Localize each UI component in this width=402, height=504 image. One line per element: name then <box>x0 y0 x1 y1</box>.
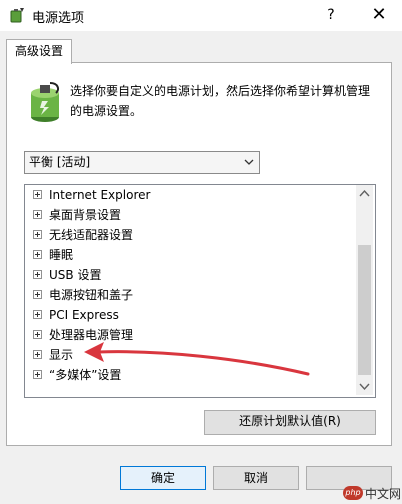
tree-item-label: 处理器电源管理 <box>49 328 134 342</box>
ok-button[interactable]: 确定 <box>120 466 206 490</box>
expand-plus-icon[interactable] <box>33 330 42 339</box>
tree-item-internet-explorer[interactable]: Internet Explorer <box>25 185 355 205</box>
scroll-thumb[interactable] <box>358 245 371 375</box>
expand-plus-icon[interactable] <box>33 270 42 279</box>
description-text: 选择你要自定义的电源计划，然后选择你希望计算机管理的电源设置。 <box>70 84 371 118</box>
expand-plus-icon[interactable] <box>33 310 42 319</box>
cancel-button[interactable]: 取消 <box>213 466 299 490</box>
chevron-down-icon <box>244 159 254 165</box>
tree-item-power-buttons-lid[interactable]: 电源按钮和盖子 <box>25 285 355 305</box>
expand-plus-icon[interactable] <box>33 290 42 299</box>
tree-item-multimedia[interactable]: “多媒体”设置 <box>25 365 355 385</box>
tree-item-label: USB 设置 <box>49 268 102 282</box>
tree-item-label: 电源按钮和盖子 <box>49 288 134 302</box>
close-button[interactable]: ✕ <box>362 3 396 27</box>
tree-item-label: 桌面背景设置 <box>49 208 122 222</box>
tree-item-pci-express[interactable]: PCI Express <box>25 305 355 325</box>
expand-plus-icon[interactable] <box>33 370 42 379</box>
restore-plan-defaults-button[interactable]: 还原计划默认值(R) <box>204 410 376 435</box>
tree-item-label: 显示 <box>49 348 74 362</box>
power-options-icon <box>10 8 24 23</box>
tree-item-label: 无线适配器设置 <box>49 228 134 242</box>
tree-item-label: 睡眠 <box>49 248 74 262</box>
tree-item-display[interactable]: 显示 <box>25 345 355 365</box>
help-button[interactable]: ? <box>316 4 346 26</box>
power-settings-tree[interactable]: Internet Explorer 桌面背景设置 无线适配器设置 睡眠 USB … <box>24 184 376 398</box>
expand-plus-icon[interactable] <box>33 250 42 259</box>
tree-item-sleep[interactable]: 睡眠 <box>25 245 355 265</box>
expand-plus-icon[interactable] <box>33 190 42 199</box>
tab-advanced-settings[interactable]: 高级设置 <box>6 39 72 64</box>
scroll-down-icon[interactable] <box>356 378 373 395</box>
expand-plus-icon[interactable] <box>33 210 42 219</box>
battery-icon <box>31 82 59 122</box>
expand-plus-icon[interactable] <box>33 230 42 239</box>
scroll-up-icon[interactable] <box>356 185 373 202</box>
power-plan-dropdown[interactable]: 平衡 [活动] <box>24 151 260 174</box>
tree-item-label: “多媒体”设置 <box>49 368 122 382</box>
tree-item-usb-settings[interactable]: USB 设置 <box>25 265 355 285</box>
tree-item-label: Internet Explorer <box>49 188 151 202</box>
tree-item-wireless-adapter[interactable]: 无线适配器设置 <box>25 225 355 245</box>
tree-item-label: PCI Express <box>49 308 119 322</box>
tree-item-processor-power[interactable]: 处理器电源管理 <box>25 325 355 345</box>
watermark-badge: php <box>343 486 363 500</box>
title-bar: 电源选项 ? ✕ <box>0 0 402 31</box>
site-watermark: php 中文网 <box>343 484 401 502</box>
watermark-text: 中文网 <box>365 487 402 501</box>
tree-scrollbar[interactable] <box>356 185 373 395</box>
expand-plus-icon[interactable] <box>33 350 42 359</box>
tree-item-desktop-background[interactable]: 桌面背景设置 <box>25 205 355 225</box>
power-plan-value: 平衡 [活动] <box>29 155 91 169</box>
window-title: 电源选项 <box>32 11 85 26</box>
